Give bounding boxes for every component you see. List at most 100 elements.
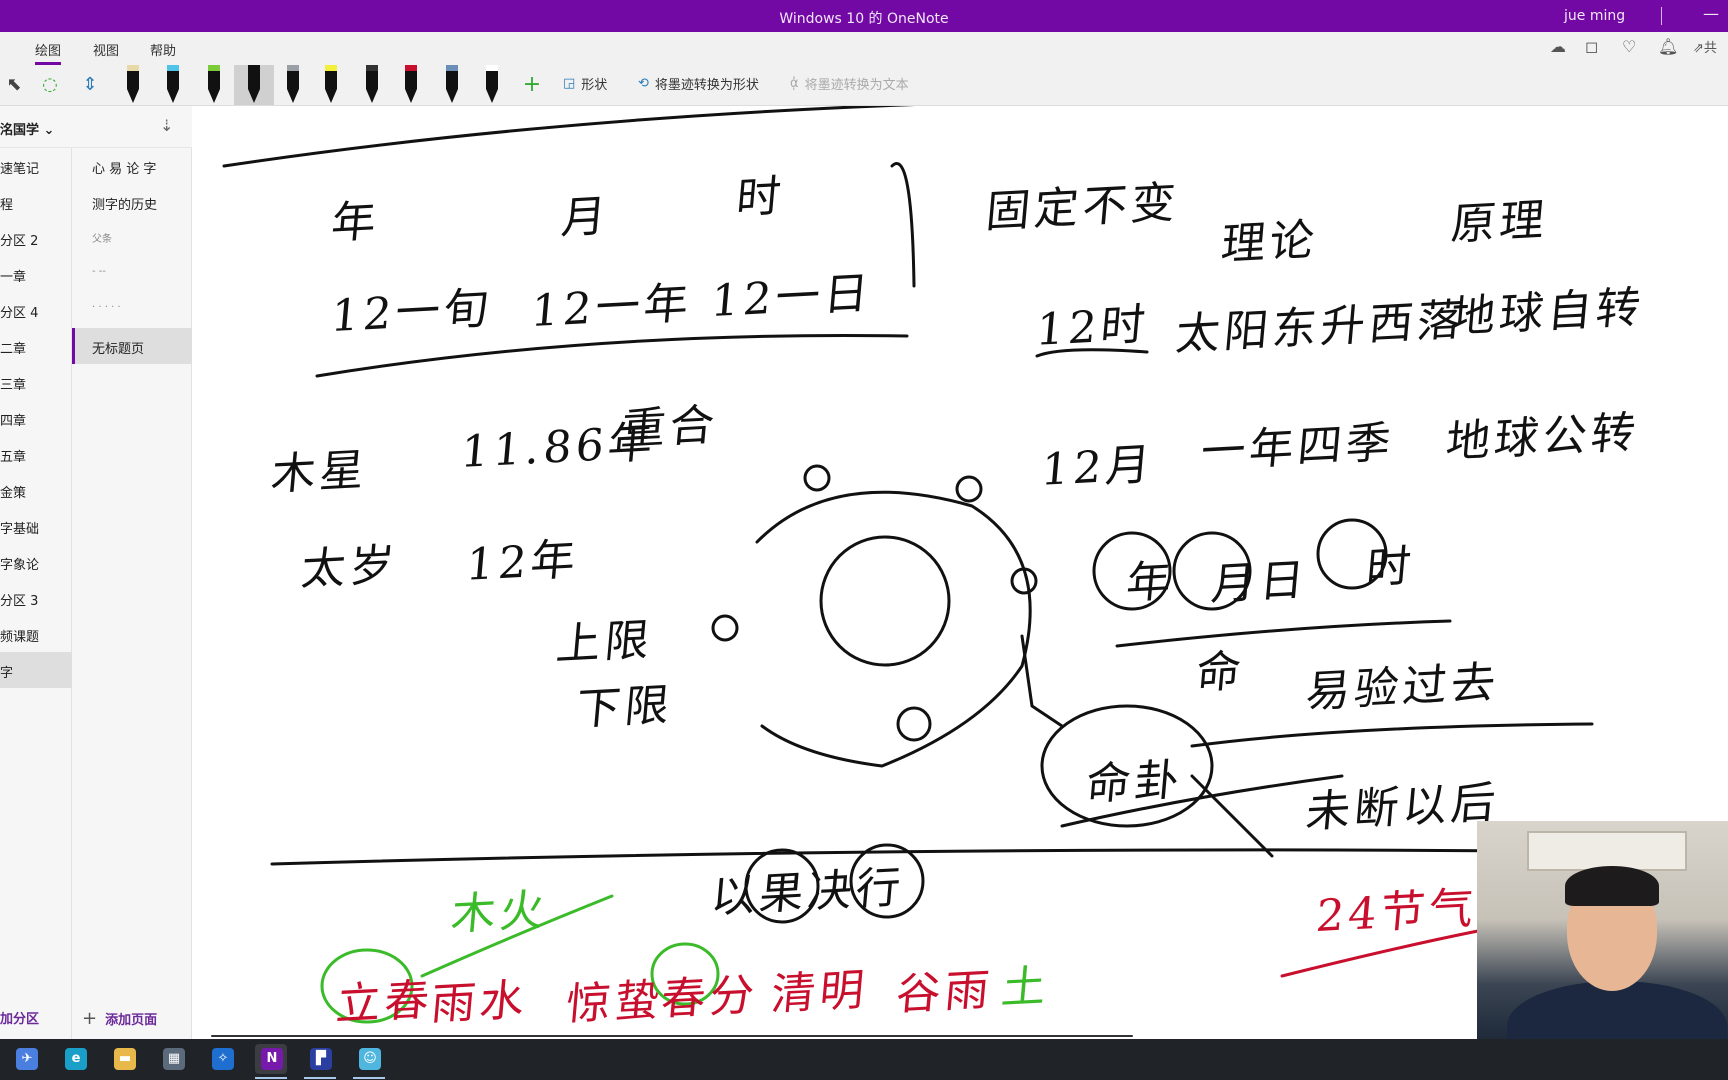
tab-draw[interactable]: 绘图 bbox=[35, 40, 62, 65]
ink-circle bbox=[711, 614, 739, 642]
section-item[interactable]: 分区 3 bbox=[0, 580, 72, 616]
handwritten-ink: 24节气 bbox=[1313, 882, 1480, 943]
taskbar-button[interactable]: N bbox=[255, 1044, 287, 1079]
handwritten-ink: 地球自转 bbox=[1448, 282, 1647, 343]
tab-view[interactable]: 视图 bbox=[93, 40, 119, 59]
ink-to-text-button[interactable]: ᾀ 将墨迹转换为文本 bbox=[790, 74, 909, 93]
taskbar-button[interactable]: ▛ bbox=[304, 1044, 336, 1079]
page-item[interactable]: 心 易 论 字 bbox=[72, 148, 192, 184]
lasso-select-icon[interactable]: ⬉ bbox=[2, 66, 26, 102]
section-item[interactable]: 速笔记 bbox=[0, 148, 72, 184]
pen-body bbox=[325, 71, 337, 89]
handwritten-ink: 命卦 bbox=[1084, 754, 1186, 811]
page-item[interactable]: · · · · · bbox=[72, 292, 192, 328]
ink-to-text-icon: ᾀ bbox=[790, 76, 799, 91]
page-item[interactable]: 测字的历史 bbox=[72, 184, 192, 220]
sort-icon[interactable]: ⇣ bbox=[160, 116, 173, 135]
pen-9[interactable] bbox=[441, 65, 463, 105]
ink-to-text-label: 将墨迹转换为文本 bbox=[804, 78, 909, 93]
taskbar-button[interactable]: ✈ bbox=[10, 1044, 42, 1074]
pen-tip bbox=[486, 89, 498, 103]
handwritten-ink: 未断以后 bbox=[1303, 777, 1502, 838]
handwritten-ink: 地球公转 bbox=[1443, 407, 1642, 468]
section-item[interactable]: 字基础 bbox=[0, 508, 72, 544]
pen-tip bbox=[446, 89, 458, 103]
handwritten-ink: 立春 bbox=[334, 974, 436, 1031]
ink-circle bbox=[955, 475, 983, 503]
page-item[interactable]: - -- bbox=[72, 256, 192, 292]
handwritten-ink: 时 bbox=[734, 170, 787, 225]
lightbulb-icon[interactable]: ♡ bbox=[1622, 37, 1636, 56]
pen-10[interactable] bbox=[481, 65, 503, 105]
pen-body bbox=[127, 71, 139, 89]
section-item[interactable]: 字象论 bbox=[0, 544, 72, 580]
app-icon: ✧ bbox=[212, 1048, 234, 1070]
bell-icon[interactable]: 🔔︎ bbox=[1658, 37, 1678, 56]
section-item[interactable]: 程 bbox=[0, 184, 72, 220]
handwritten-ink: 惊蛰 bbox=[564, 974, 666, 1031]
running-indicator bbox=[255, 1077, 287, 1079]
taskbar-button[interactable]: ☺ bbox=[353, 1044, 385, 1079]
ink-circle bbox=[803, 464, 831, 492]
add-page-button[interactable]: + 添加页面 bbox=[82, 1008, 157, 1029]
taskbar-button[interactable]: ▦ bbox=[157, 1044, 189, 1074]
user-name[interactable]: jue ming bbox=[1564, 8, 1625, 24]
ribbon: 绘图 视图 帮助 ⬉ ◌ ⇕ + ◲ 形状 ⟲ 将墨迹转换为形状 ᾀ 将墨迹转换为文本… bbox=[0, 32, 1728, 106]
section-item[interactable]: 字 bbox=[0, 652, 72, 688]
share-label: 共 bbox=[1703, 41, 1717, 56]
section-item[interactable]: 三章 bbox=[0, 364, 72, 400]
handwritten-ink: 木星 bbox=[269, 444, 371, 501]
section-item[interactable]: 四章 bbox=[0, 400, 72, 436]
handwritten-ink: 易验过去 bbox=[1303, 657, 1502, 718]
pen-2[interactable] bbox=[162, 65, 184, 105]
handwritten-ink: 清明 bbox=[769, 964, 871, 1021]
pen-7[interactable] bbox=[361, 65, 383, 105]
notebook-selector[interactable]: 洺国学 ⌄ bbox=[0, 119, 54, 138]
app3-icon: ☺ bbox=[359, 1048, 381, 1070]
pen-4[interactable] bbox=[234, 65, 274, 105]
pen-3[interactable] bbox=[203, 65, 225, 105]
pen-body bbox=[366, 71, 378, 89]
ink-circle bbox=[896, 706, 932, 742]
insert-space-icon[interactable]: ⇕ bbox=[78, 66, 102, 102]
sticky-note-icon[interactable]: ◻ bbox=[1585, 37, 1598, 56]
section-item[interactable]: 二章 bbox=[0, 328, 72, 364]
pen-6[interactable] bbox=[320, 65, 342, 105]
app2-icon: ▛ bbox=[310, 1048, 332, 1070]
taskbar-button[interactable]: ✧ bbox=[206, 1044, 238, 1074]
pen-tip bbox=[127, 89, 139, 103]
pen-1[interactable] bbox=[122, 65, 144, 105]
section-item[interactable]: 五章 bbox=[0, 436, 72, 472]
feishu-icon: ✈ bbox=[16, 1048, 38, 1070]
handwritten-ink: 年 bbox=[329, 195, 382, 250]
shapes-button[interactable]: ◲ 形状 bbox=[563, 74, 607, 93]
section-item[interactable]: 频课题 bbox=[0, 616, 72, 652]
handwritten-ink: 下限 bbox=[574, 679, 676, 736]
handwritten-ink: 年 bbox=[1124, 555, 1177, 610]
page-item[interactable]: 父条 bbox=[72, 220, 192, 256]
pen-8[interactable] bbox=[400, 65, 422, 105]
ink-line bbox=[315, 334, 909, 378]
taskbar-button[interactable]: ▬ bbox=[108, 1044, 140, 1074]
ink-to-shape-button[interactable]: ⟲ 将墨迹转换为形状 bbox=[638, 74, 759, 93]
pen-tip bbox=[325, 89, 337, 103]
pen-5[interactable] bbox=[282, 65, 304, 105]
section-item[interactable]: 一章 bbox=[0, 256, 72, 292]
add-pen-button[interactable]: + bbox=[520, 66, 544, 102]
section-item[interactable]: 分区 2 bbox=[0, 220, 72, 256]
wall-painting bbox=[1527, 831, 1687, 871]
title-bar: Windows 10 的 OneNote jue ming — bbox=[0, 0, 1728, 32]
pen-tip bbox=[287, 89, 299, 103]
share-button[interactable]: ⇗共 bbox=[1693, 37, 1717, 56]
divider bbox=[1661, 7, 1662, 25]
sync-icon[interactable]: ☁ bbox=[1550, 37, 1566, 56]
taskbar-button[interactable]: e bbox=[59, 1044, 91, 1074]
section-item[interactable]: 分区 4 bbox=[0, 292, 72, 328]
handwritten-ink: 理论 bbox=[1219, 214, 1321, 271]
tab-help[interactable]: 帮助 bbox=[150, 40, 176, 59]
add-section-button[interactable]: 加分区 bbox=[0, 1008, 39, 1027]
page-item[interactable]: 无标题页 bbox=[72, 328, 192, 364]
section-item[interactable]: 金策 bbox=[0, 472, 72, 508]
add-space-icon[interactable]: ◌ bbox=[38, 66, 62, 102]
minimize-button[interactable]: — bbox=[1703, 4, 1719, 23]
